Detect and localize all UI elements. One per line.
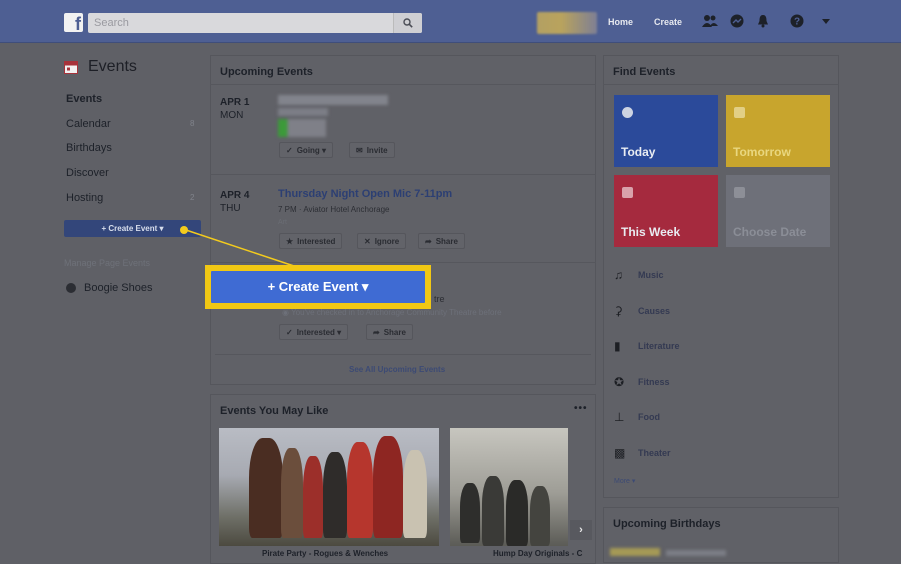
- events-you-may-like-title: Events You May Like: [220, 405, 329, 417]
- book-icon: ▮: [614, 339, 621, 353]
- photo-figure: [506, 480, 528, 546]
- photo-figure: [460, 483, 480, 543]
- category-label: Causes: [638, 306, 671, 316]
- ribbon-icon: ⚳: [614, 304, 623, 318]
- sunrise-icon: [734, 107, 745, 118]
- birthday-avatar[interactable]: [610, 548, 660, 556]
- photo-figure: [323, 452, 347, 538]
- more-options-icon[interactable]: •••: [574, 403, 588, 414]
- carousel-next-button[interactable]: ›: [570, 520, 592, 540]
- music-note-icon: ♫: [614, 268, 623, 282]
- calendar-icon: [734, 187, 745, 198]
- tile-label: Tomorrow: [733, 145, 791, 159]
- tile-label: Today: [621, 145, 656, 159]
- running-icon: ✪: [614, 375, 625, 389]
- find-events-title: Find Events: [613, 66, 676, 78]
- photo-figure: [281, 448, 303, 538]
- clock-icon: [622, 107, 633, 118]
- tile-label: Choose Date: [733, 225, 807, 239]
- photo-figure: [303, 456, 323, 538]
- callout-dot: [180, 226, 188, 234]
- event-caption-1[interactable]: Pirate Party - Rogues & Wenches: [262, 549, 388, 558]
- photo-figure: [373, 436, 403, 538]
- tile-tomorrow[interactable]: Tomorrow: [726, 95, 830, 167]
- calendar-grid-icon: [622, 187, 633, 198]
- more-categories-link[interactable]: More ▾: [614, 477, 635, 485]
- event-photo-hump-day-originals[interactable]: [450, 428, 568, 546]
- tile-label: This Week: [621, 225, 681, 239]
- event-caption-2[interactable]: Hump Day Originals - C: [493, 549, 582, 558]
- category-label: Food: [638, 412, 660, 422]
- theater-icon: ▩: [614, 446, 626, 460]
- event-photo-pirate-party[interactable]: [219, 428, 439, 546]
- category-label: Literature: [638, 341, 680, 351]
- create-event-button-highlighted[interactable]: + Create Event ▾: [211, 271, 425, 303]
- photo-figure: [530, 486, 550, 546]
- category-label: Music: [638, 270, 664, 280]
- category-label: Fitness: [638, 377, 670, 387]
- divider: [603, 84, 839, 85]
- fork-knife-icon: ⊥: [614, 410, 625, 424]
- upcoming-birthdays-title: Upcoming Birthdays: [613, 518, 721, 530]
- photo-figure: [403, 450, 427, 538]
- tile-choose-date[interactable]: Choose Date: [726, 175, 830, 247]
- photo-figure: [482, 476, 504, 546]
- tile-this-week[interactable]: This Week: [614, 175, 718, 247]
- birthday-name-redacted: [666, 550, 726, 556]
- tile-today[interactable]: Today: [614, 95, 718, 167]
- photo-figure: [249, 438, 283, 538]
- photo-figure: [347, 442, 373, 538]
- category-label: Theater: [638, 448, 671, 458]
